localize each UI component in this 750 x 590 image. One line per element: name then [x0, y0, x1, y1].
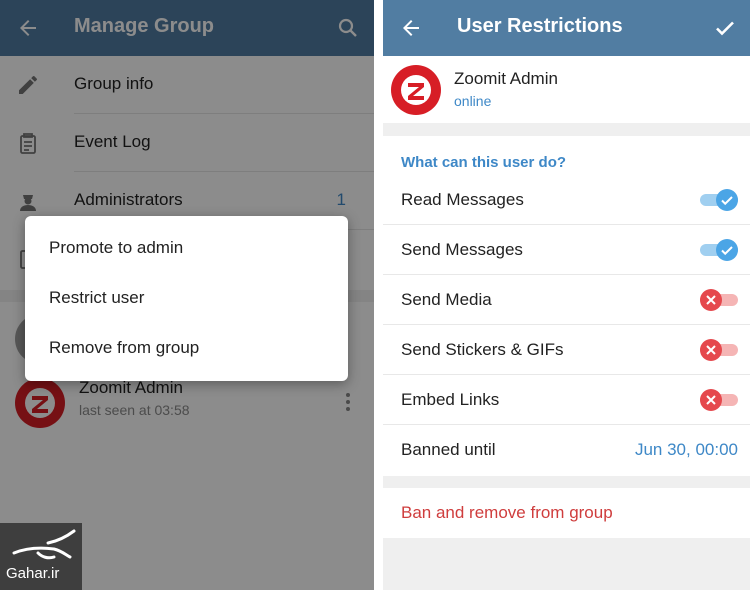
- x-icon: [706, 345, 716, 355]
- banned-until-label: Banned until: [401, 440, 496, 459]
- option-label: Promote to admin: [49, 238, 184, 257]
- restrict-user-option[interactable]: Restrict user: [25, 274, 348, 324]
- page-title: User Restrictions: [457, 15, 623, 37]
- banned-until-value[interactable]: Jun 30, 00:00: [635, 440, 738, 460]
- toggle-knob: [700, 289, 722, 311]
- send-media-toggle[interactable]: [700, 289, 738, 311]
- permission-send-messages[interactable]: Send Messages: [383, 225, 750, 275]
- permission-send-stickers[interactable]: Send Stickers & GIFs: [383, 325, 750, 375]
- permission-label: Send Stickers & GIFs: [401, 340, 564, 359]
- option-label: Restrict user: [49, 288, 145, 307]
- avatar: [391, 65, 441, 115]
- banned-until-row[interactable]: Banned until Jun 30, 00:00: [383, 425, 750, 475]
- permission-label: Send Messages: [401, 240, 523, 259]
- permission-label: Read Messages: [401, 190, 524, 209]
- user-card: Zoomit Admin online: [383, 56, 750, 123]
- toggle-knob: [700, 389, 722, 411]
- toggle-knob: [716, 189, 738, 211]
- zoomit-logo-icon: [401, 75, 431, 105]
- toggle-knob: [716, 239, 738, 261]
- permission-embed-links[interactable]: Embed Links: [383, 375, 750, 425]
- promote-to-admin-option[interactable]: Promote to admin: [25, 224, 348, 274]
- context-menu: Promote to admin Restrict user Remove fr…: [25, 216, 348, 381]
- permission-read-messages[interactable]: Read Messages: [383, 175, 750, 225]
- check-icon: [721, 196, 733, 206]
- permission-label: Send Media: [401, 290, 492, 309]
- toggle-knob: [700, 339, 722, 361]
- remove-from-group-option[interactable]: Remove from group: [25, 324, 348, 374]
- user-restrictions-screen: User Restrictions Zoomit Admin online Wh…: [383, 0, 750, 590]
- permissions-card: What can this user do? Read Messages Sen…: [383, 136, 750, 476]
- ban-remove-label: Ban and remove from group: [401, 503, 613, 522]
- read-messages-toggle[interactable]: [700, 189, 738, 211]
- gahar-logo-icon: [12, 529, 76, 560]
- watermark: Gahar.ir: [0, 523, 82, 590]
- embed-links-toggle[interactable]: [700, 389, 738, 411]
- permission-label: Embed Links: [401, 390, 500, 409]
- option-label: Remove from group: [49, 338, 200, 357]
- manage-group-screen: Manage Group Group info Event Log Admini…: [0, 0, 374, 590]
- check-icon: [721, 246, 733, 256]
- permission-send-media[interactable]: Send Media: [383, 275, 750, 325]
- x-icon: [706, 295, 716, 305]
- back-arrow-icon[interactable]: [399, 16, 423, 40]
- section-header: What can this user do?: [401, 154, 567, 171]
- x-icon: [706, 395, 716, 405]
- send-messages-toggle[interactable]: [700, 239, 738, 261]
- user-status: online: [454, 93, 492, 109]
- user-name: Zoomit Admin: [454, 69, 558, 88]
- watermark-text: Gahar.ir: [6, 565, 60, 582]
- app-bar: User Restrictions: [383, 0, 750, 56]
- ban-remove-button[interactable]: Ban and remove from group: [383, 488, 750, 538]
- check-icon[interactable]: [713, 16, 737, 40]
- send-stickers-toggle[interactable]: [700, 339, 738, 361]
